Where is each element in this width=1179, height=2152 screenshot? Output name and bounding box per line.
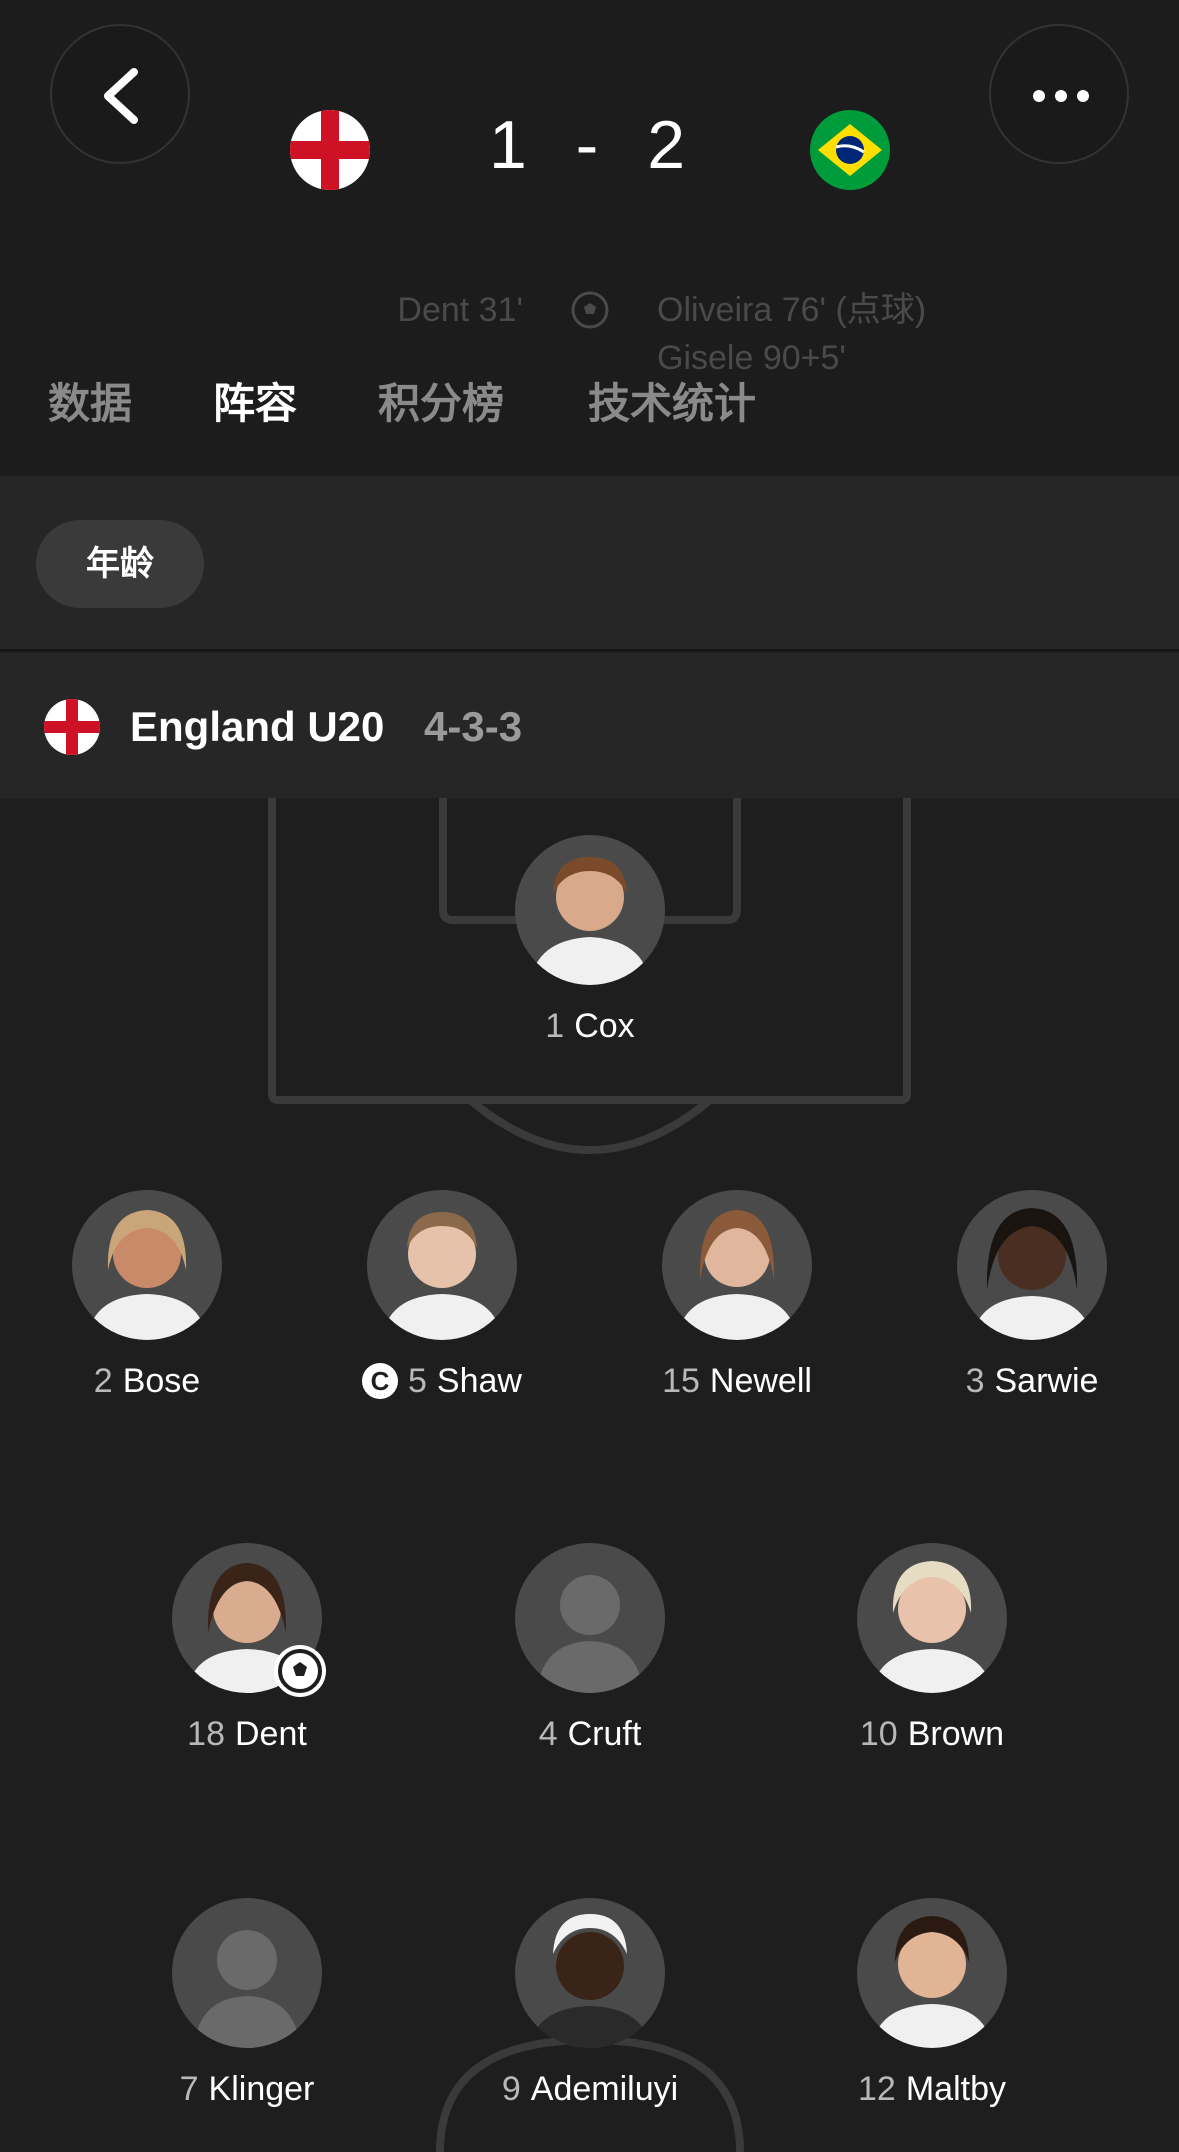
player-number: 1 <box>545 1007 565 1045</box>
player-photo <box>367 1190 517 1340</box>
player-card[interactable]: 2 Bose <box>0 1190 297 1401</box>
pitch-lines <box>268 790 911 2152</box>
player-name: Dent <box>235 1715 307 1753</box>
player-number: 3 <box>965 1362 985 1400</box>
player-number: 5 <box>408 1362 427 1400</box>
player-number: 2 <box>93 1362 113 1400</box>
player-photo <box>857 1898 1007 2048</box>
captain-badge-icon: C <box>362 1363 398 1399</box>
formation: 4-3-3 <box>424 703 523 750</box>
player-photo <box>72 1190 222 1340</box>
player-number: 10 <box>859 1715 898 1753</box>
team-name: England U20 <box>130 703 385 750</box>
player-photo <box>515 1898 665 2048</box>
player-photo <box>957 1190 1107 1340</box>
player-card[interactable]: C 5 Shaw <box>292 1190 592 1401</box>
player-photo-placeholder <box>515 1543 665 1693</box>
player-photo <box>662 1190 812 1340</box>
player-photo <box>515 835 665 985</box>
player-card[interactable]: 18 Dent <box>97 1543 397 1754</box>
player-name: Newell <box>709 1362 812 1400</box>
player-card[interactable]: 12 Maltby <box>782 1898 1082 2109</box>
soccer-ball-icon <box>274 1645 326 1697</box>
player-photo <box>857 1543 1007 1693</box>
england-flag-icon <box>44 699 100 755</box>
player-card[interactable]: 10 Brown <box>782 1543 1082 1754</box>
player-photo-placeholder <box>172 1898 322 2048</box>
player-name: Brown <box>907 1715 1005 1753</box>
player-name: Klinger <box>208 2070 315 2108</box>
player-number: 12 <box>858 2070 896 2108</box>
player-number: 9 <box>501 2070 521 2108</box>
player-name: Maltby <box>905 2070 1006 2108</box>
player-card[interactable]: 7 Klinger <box>97 1898 397 2109</box>
player-number: 4 <box>538 1715 558 1753</box>
team-header: England U20 4-3-3 <box>0 653 1179 798</box>
player-name: Bose <box>122 1362 201 1400</box>
player-number: 15 <box>662 1362 700 1400</box>
player-name: Shaw <box>436 1362 522 1400</box>
player-card[interactable]: 15 Newell <box>587 1190 887 1401</box>
player-card[interactable]: 3 Sarwie <box>882 1190 1179 1401</box>
player-card[interactable]: 4 Cruft <box>440 1543 740 1754</box>
player-name: Cruft <box>567 1715 642 1753</box>
player-card[interactable]: 9 Ademiluyi <box>440 1898 740 2109</box>
player-name: Sarwie <box>994 1362 1099 1400</box>
player-name: Cox <box>574 1007 635 1045</box>
player-card[interactable]: 1 Cox <box>440 835 740 1046</box>
player-number: 18 <box>187 1715 225 1753</box>
player-name: Ademiluyi <box>530 2070 679 2108</box>
player-number: 7 <box>179 2070 199 2108</box>
